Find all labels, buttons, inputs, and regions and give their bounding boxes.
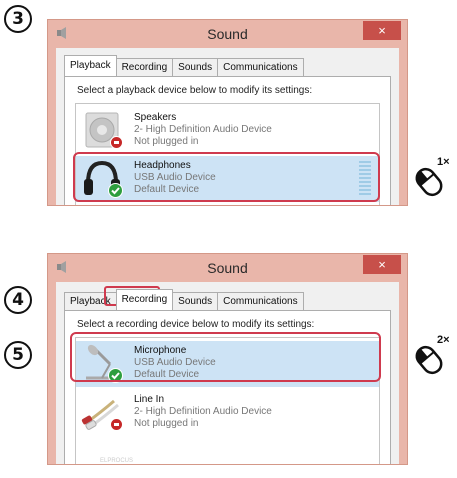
tab-strip: Playback Recording Sounds Communications xyxy=(64,289,304,310)
device-item-speakers[interactable]: Speakers 2- High Definition Audio Device… xyxy=(76,108,379,154)
device-description: 2- High Definition Audio Device xyxy=(134,124,272,135)
close-button[interactable]: × xyxy=(363,21,401,40)
tab-communications[interactable]: Communications xyxy=(217,292,304,310)
device-description: 2- High Definition Audio Device xyxy=(134,406,272,417)
tab-playback[interactable]: Playback xyxy=(64,55,117,76)
title-bar[interactable]: Sound × xyxy=(48,20,407,48)
device-item-line-in[interactable]: Line In 2- High Definition Audio Device … xyxy=(76,390,379,436)
click-count-label: 1× xyxy=(437,156,450,168)
tab-strip: Playback Recording Sounds Communications xyxy=(64,55,304,76)
device-name: Speakers xyxy=(134,112,177,123)
tab-communications[interactable]: Communications xyxy=(217,58,304,76)
tab-recording[interactable]: Recording xyxy=(115,58,174,76)
headphones-highlight-box xyxy=(73,152,380,202)
title-bar[interactable]: Sound × xyxy=(48,254,407,282)
close-button[interactable]: × xyxy=(363,255,401,274)
instruction-text: Select a playback device below to modify… xyxy=(77,85,313,96)
unplugged-status-icon xyxy=(110,136,123,149)
device-name: Line In xyxy=(134,394,165,405)
step-3-badge: 3 xyxy=(4,5,32,33)
tab-sounds[interactable]: Sounds xyxy=(172,58,219,76)
microphone-highlight-box xyxy=(70,332,381,382)
unplugged-status-icon xyxy=(110,418,123,431)
mouse-double-click-icon xyxy=(415,345,443,375)
instruction-text: Select a recording device below to modif… xyxy=(77,319,315,330)
device-status: Not plugged in xyxy=(134,418,199,429)
window-title: Sound xyxy=(207,260,248,276)
step-5-badge: 5 xyxy=(4,341,32,369)
watermark: ELPROCUS xyxy=(100,458,134,464)
window-title: Sound xyxy=(207,26,248,42)
device-status: Not plugged in xyxy=(134,136,199,147)
tab-sounds[interactable]: Sounds xyxy=(172,292,219,310)
mouse-click-icon xyxy=(415,167,443,197)
click-count-label: 2× xyxy=(437,334,450,346)
tab-recording[interactable]: Recording xyxy=(115,289,174,310)
step-4-badge: 4 xyxy=(4,286,32,314)
